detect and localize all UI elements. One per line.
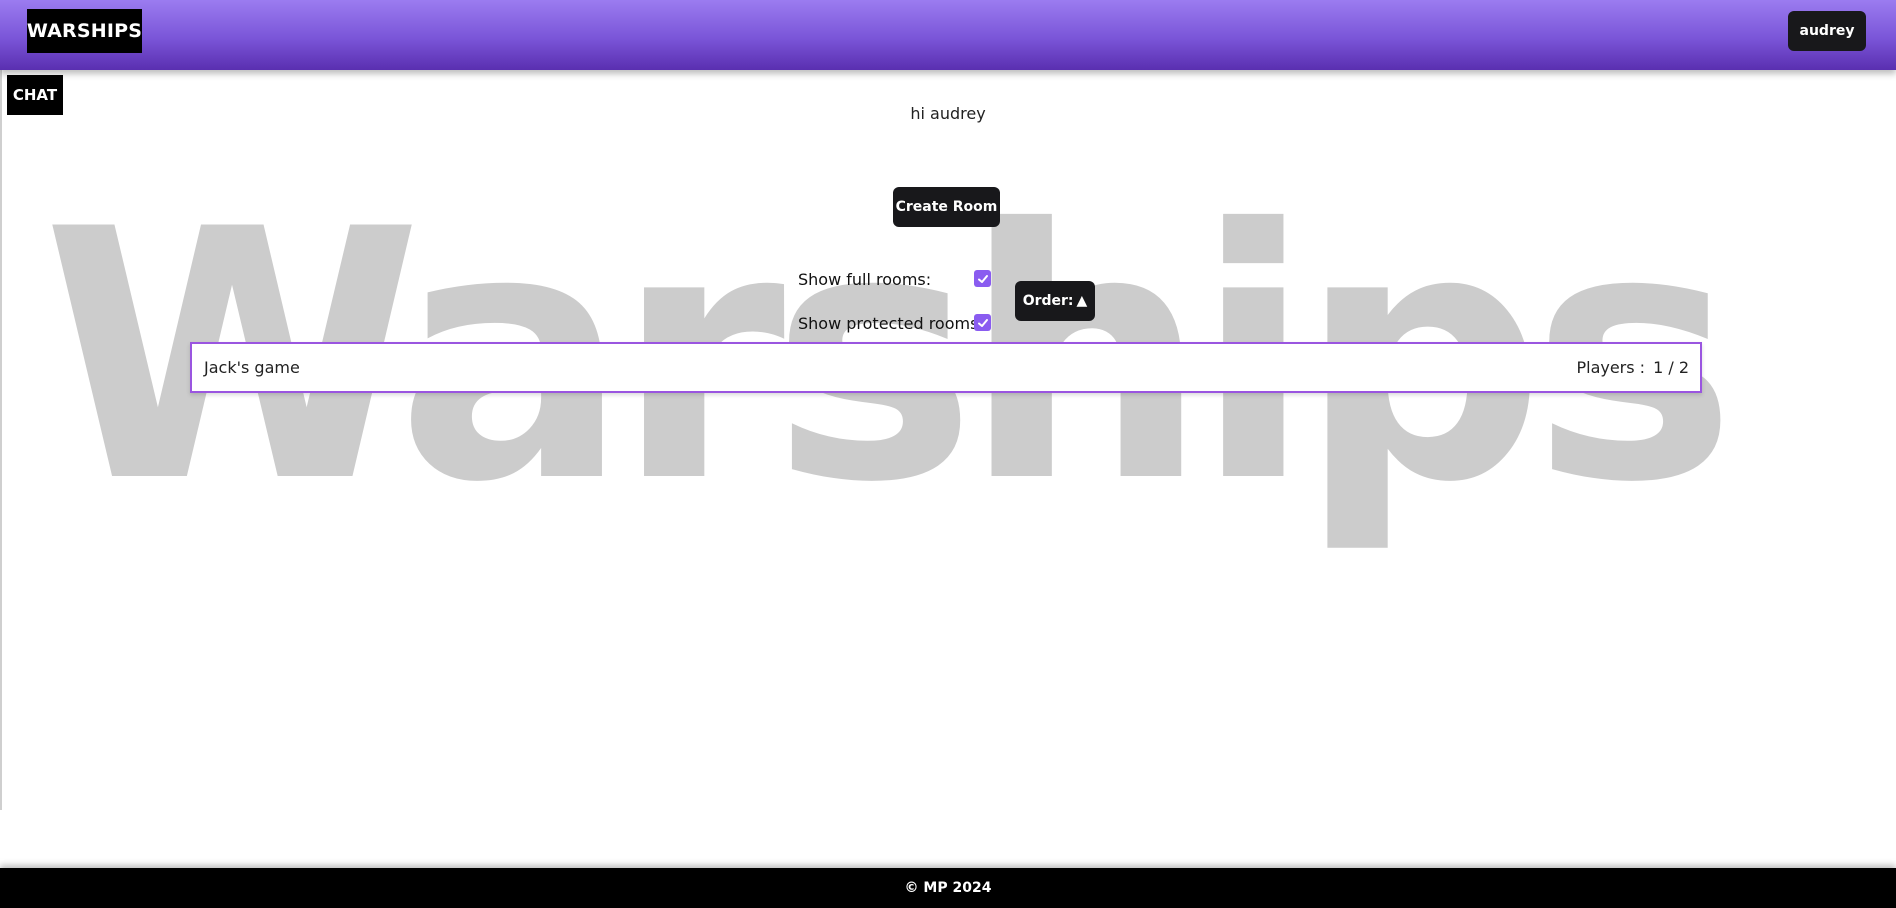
players-label: Players : xyxy=(1576,358,1646,377)
greeting-text: hi audrey xyxy=(910,104,986,123)
user-menu-button[interactable]: audrey xyxy=(1788,11,1866,51)
left-border xyxy=(0,70,2,810)
footer: © MP 2024 xyxy=(0,868,1896,908)
protected-rooms-checkbox[interactable] xyxy=(974,314,991,331)
full-rooms-label: Show full rooms: xyxy=(798,269,932,289)
order-label: Order: xyxy=(1022,293,1074,309)
filter-protected-rooms: Show protected rooms: xyxy=(798,311,984,335)
triangle-up-icon: ▲ xyxy=(1076,293,1088,309)
players-count: 1 / 2 xyxy=(1653,358,1689,377)
background-watermark: Warships xyxy=(42,185,1737,558)
room-players: Players : 1 / 2 xyxy=(1576,358,1689,377)
protected-rooms-label: Show protected rooms: xyxy=(798,313,984,333)
logo[interactable]: WARSHIPS xyxy=(27,9,142,53)
room-list-item[interactable]: Jack's game Players : 1 / 2 xyxy=(190,342,1702,393)
full-rooms-checkbox[interactable] xyxy=(974,270,991,287)
filter-full-rooms: Show full rooms: xyxy=(798,267,931,291)
chat-button[interactable]: CHAT xyxy=(7,75,63,115)
check-icon xyxy=(977,318,988,327)
order-toggle-button[interactable]: Order: ▲ xyxy=(1015,281,1095,321)
check-icon xyxy=(977,274,988,283)
top-header: WARSHIPS audrey xyxy=(0,0,1896,70)
create-room-button[interactable]: Create Room xyxy=(893,187,1000,227)
room-name: Jack's game xyxy=(204,358,300,377)
